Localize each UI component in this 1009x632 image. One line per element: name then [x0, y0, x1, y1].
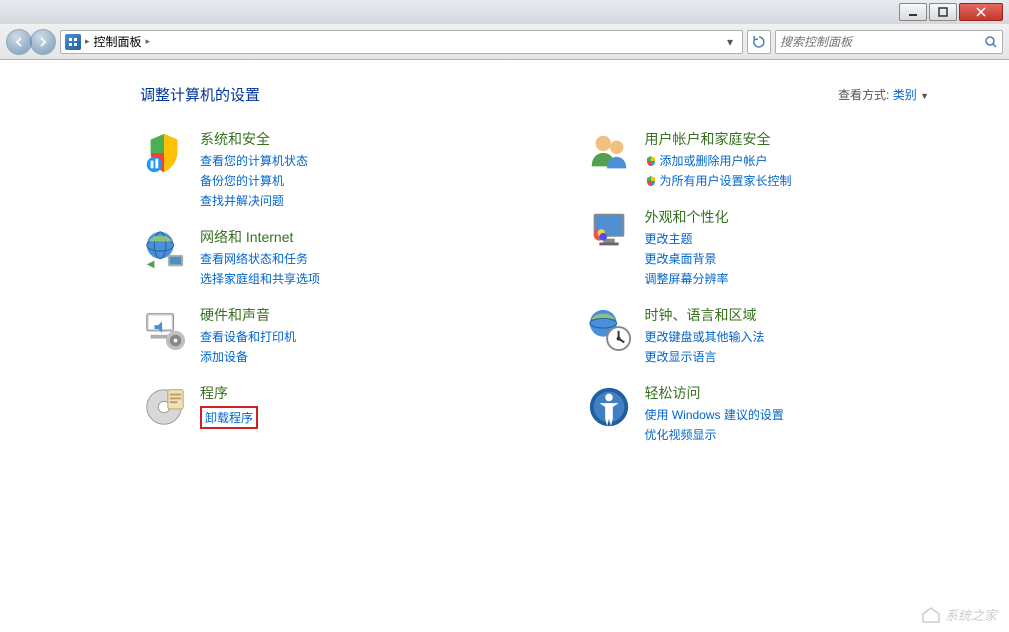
user-accounts-icon	[585, 129, 633, 177]
forward-button[interactable]	[30, 29, 56, 55]
system-security-icon	[140, 129, 188, 177]
category-title-clock-region[interactable]: 时钟、语言和区域	[645, 305, 765, 325]
category-title-user-accounts[interactable]: 用户帐户和家庭安全	[645, 129, 792, 149]
category-content: 用户帐户和家庭安全添加或删除用户帐户为所有用户设置家长控制	[645, 129, 792, 189]
search-icon	[984, 35, 998, 49]
category-network-internet: 网络和 Internet 查看网络状态和任务选择家庭组和共享选项	[140, 227, 525, 287]
right-column: 用户帐户和家庭安全添加或删除用户帐户为所有用户设置家长控制外观和个性化更改主题更…	[585, 129, 970, 443]
category-link[interactable]: 备份您的计算机	[200, 172, 308, 189]
ease-of-access-icon	[585, 383, 633, 431]
category-link[interactable]: 更改键盘或其他输入法	[645, 328, 765, 345]
category-link[interactable]: 更改桌面背景	[645, 250, 729, 267]
category-title-appearance[interactable]: 外观和个性化	[645, 207, 729, 227]
category-title-programs[interactable]: 程序	[200, 383, 258, 403]
category-content: 程序卸载程序	[200, 383, 258, 429]
back-button[interactable]	[6, 29, 32, 55]
category-link[interactable]: 添加设备	[200, 348, 296, 365]
breadcrumb-dropdown-icon[interactable]: ▾	[722, 35, 738, 49]
category-link[interactable]: 查看设备和打印机	[200, 328, 296, 345]
category-link[interactable]: 调整屏幕分辨率	[645, 270, 729, 287]
category-content: 硬件和声音查看设备和打印机添加设备	[200, 305, 296, 365]
category-link[interactable]: 选择家庭组和共享选项	[200, 270, 320, 287]
category-link[interactable]: 查看网络状态和任务	[200, 250, 320, 267]
category-link[interactable]: 查找并解决问题	[200, 192, 308, 209]
watermark-text: 系统之家	[945, 605, 997, 624]
maximize-button[interactable]	[929, 3, 957, 21]
breadcrumb-separator: ▸	[85, 36, 90, 47]
categories-grid: 系统和安全查看您的计算机状态备份您的计算机查找并解决问题网络和 Internet…	[40, 129, 969, 443]
window-titlebar	[0, 0, 1009, 24]
category-title-network-internet[interactable]: 网络和 Internet	[200, 227, 320, 247]
view-by-label: 查看方式:	[838, 88, 889, 102]
category-content: 时钟、语言和区域更改键盘或其他输入法更改显示语言	[645, 305, 765, 365]
page-title: 调整计算机的设置	[140, 84, 260, 105]
category-link[interactable]: 更改主题	[645, 230, 729, 247]
category-link[interactable]: 为所有用户设置家长控制	[645, 172, 792, 189]
category-content: 网络和 Internet 查看网络状态和任务选择家庭组和共享选项	[200, 227, 320, 287]
view-by-value[interactable]: 类别	[893, 88, 917, 102]
search-input[interactable]	[780, 35, 984, 49]
breadcrumb-separator: ▸	[146, 36, 151, 47]
close-button[interactable]	[959, 3, 1003, 21]
category-programs: 程序卸载程序	[140, 383, 525, 431]
clock-region-icon	[585, 305, 633, 353]
category-content: 系统和安全查看您的计算机状态备份您的计算机查找并解决问题	[200, 129, 308, 209]
category-link[interactable]: 更改显示语言	[645, 348, 765, 365]
category-link[interactable]: 使用 Windows 建议的设置	[645, 406, 784, 423]
view-by-selector[interactable]: 查看方式: 类别 ▼	[838, 86, 929, 103]
category-system-security: 系统和安全查看您的计算机状态备份您的计算机查找并解决问题	[140, 129, 525, 209]
network-internet-icon	[140, 227, 188, 275]
category-link[interactable]: 查看您的计算机状态	[200, 152, 308, 169]
category-title-ease-of-access[interactable]: 轻松访问	[645, 383, 784, 403]
left-column: 系统和安全查看您的计算机状态备份您的计算机查找并解决问题网络和 Internet…	[140, 129, 525, 443]
category-link[interactable]: 添加或删除用户帐户	[645, 152, 792, 169]
search-box[interactable]	[775, 30, 1003, 54]
category-content: 轻松访问使用 Windows 建议的设置优化视频显示	[645, 383, 784, 443]
category-content: 外观和个性化更改主题更改桌面背景调整屏幕分辨率	[645, 207, 729, 287]
control-panel-icon	[65, 34, 81, 50]
minimize-button[interactable]	[899, 3, 927, 21]
category-hardware-sound: 硬件和声音查看设备和打印机添加设备	[140, 305, 525, 365]
watermark: 系统之家	[921, 604, 997, 624]
chevron-down-icon: ▼	[920, 91, 929, 101]
category-link[interactable]: 卸载程序	[200, 406, 258, 429]
category-appearance: 外观和个性化更改主题更改桌面背景调整屏幕分辨率	[585, 207, 970, 287]
content-area: 调整计算机的设置 查看方式: 类别 ▼ 系统和安全查看您的计算机状态备份您的计算…	[0, 60, 1009, 632]
category-ease-of-access: 轻松访问使用 Windows 建议的设置优化视频显示	[585, 383, 970, 443]
programs-icon	[140, 383, 188, 431]
navigation-bar: ▸ 控制面板 ▸ ▾	[0, 24, 1009, 60]
nav-buttons	[6, 29, 56, 55]
category-user-accounts: 用户帐户和家庭安全添加或删除用户帐户为所有用户设置家长控制	[585, 129, 970, 189]
hardware-sound-icon	[140, 305, 188, 353]
breadcrumb[interactable]: ▸ 控制面板 ▸ ▾	[60, 30, 743, 54]
category-clock-region: 时钟、语言和区域更改键盘或其他输入法更改显示语言	[585, 305, 970, 365]
content-header: 调整计算机的设置 查看方式: 类别 ▼	[40, 84, 969, 105]
category-link[interactable]: 优化视频显示	[645, 426, 784, 443]
breadcrumb-text[interactable]: 控制面板	[94, 33, 142, 50]
refresh-button[interactable]	[747, 30, 771, 54]
appearance-icon	[585, 207, 633, 255]
category-title-hardware-sound[interactable]: 硬件和声音	[200, 305, 296, 325]
category-title-system-security[interactable]: 系统和安全	[200, 129, 308, 149]
